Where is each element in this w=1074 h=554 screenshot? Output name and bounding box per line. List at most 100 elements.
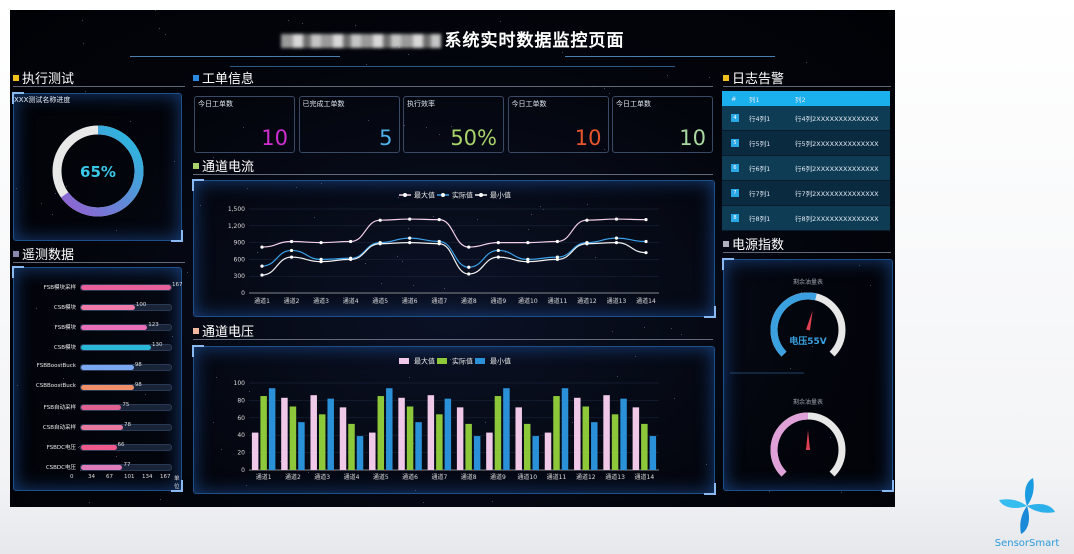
work-order-label: 今日工单数	[511, 100, 547, 108]
star	[89, 502, 90, 503]
x-tick-label: 通道5	[372, 297, 388, 305]
log-row-col2: 行5列2XXXXXXXXXXXXXX	[795, 140, 879, 148]
star	[604, 88, 605, 89]
telemetry-panel: FSB模块采样 167 CSB模块 100 FSB模块 123 CSB模块 130 FSBBoo…	[12, 266, 183, 492]
y-tick-label: 1,500	[228, 206, 245, 213]
title-underline	[230, 66, 675, 67]
bar	[515, 407, 522, 470]
y-tick-label: 900	[234, 240, 246, 247]
data-point	[526, 241, 530, 245]
log-header-col1: 列1	[749, 95, 760, 104]
data-point	[585, 242, 589, 246]
work-order-card: 执行效率 50%	[403, 96, 504, 153]
bar	[591, 422, 598, 470]
y-tick-label: 300	[234, 273, 246, 280]
legend-label: 实际值	[452, 357, 473, 366]
legend-label: 最小值	[490, 357, 511, 366]
x-tick-label: 通道4	[344, 473, 360, 481]
log-row-col1: 行5列1	[749, 140, 771, 148]
log-row-index: 5	[731, 139, 739, 147]
log-row-index: 8	[731, 214, 739, 222]
pinwheel-icon	[999, 478, 1055, 534]
star	[423, 502, 424, 503]
data-point	[408, 217, 412, 221]
legend-label: 最大值	[414, 357, 435, 366]
work-order-card: 今日工单数 10	[507, 96, 609, 153]
work-order-value: 50%	[450, 126, 497, 150]
y-tick-label: 0	[241, 467, 245, 474]
data-point	[319, 260, 323, 264]
star	[366, 64, 367, 65]
work-order-label: 今日工单数	[198, 100, 233, 108]
x-tick-label: 通道10	[517, 473, 537, 481]
gauge-label: 剩余油量表	[793, 278, 823, 286]
log-row-col2: 行8列2XXXXXXXXXXXXXX	[795, 215, 879, 223]
legend-label: 最小值	[490, 191, 511, 200]
star	[609, 93, 610, 94]
telemetry-label: FSB自动采样	[43, 405, 76, 411]
section-divider	[13, 86, 185, 87]
x-tick-label: 通道8	[461, 473, 477, 481]
x-tick-label: 通道5	[373, 473, 389, 481]
x-tick-label: 通道3	[314, 473, 330, 481]
page-title-text: 系统实时数据监控页面	[444, 31, 625, 51]
data-point	[437, 218, 441, 222]
telemetry-label: CSBDC电压	[45, 465, 76, 471]
data-point	[260, 245, 264, 249]
bar	[465, 423, 472, 470]
bar	[456, 407, 464, 470]
star	[288, 20, 289, 21]
x-tick-label: 通道12	[576, 473, 596, 481]
telemetry-row: CSB自动采样 78	[26, 420, 186, 434]
section-work-order: 工单信息	[193, 68, 254, 87]
data-point	[289, 255, 294, 259]
bar	[603, 395, 610, 470]
star	[709, 77, 710, 78]
bar	[348, 423, 355, 470]
x-tick-label: 通道8	[461, 297, 477, 305]
x-tick-label: 通道10	[518, 297, 538, 305]
bar	[268, 388, 276, 470]
bar	[436, 414, 443, 470]
work-order-value: 10	[261, 126, 288, 150]
star	[841, 492, 842, 493]
telemetry-axis-tick: 101	[124, 474, 135, 480]
star	[155, 10, 156, 11]
gauge-label: 剩余油量表	[793, 398, 823, 406]
x-tick-label: 通道1	[254, 297, 270, 305]
legend-dot	[403, 193, 407, 197]
log-row-col2: 行6列2XXXXXXXXXXXXXX	[795, 165, 879, 173]
bar	[415, 422, 422, 470]
star	[644, 327, 645, 328]
legend-swatch	[399, 358, 409, 364]
telemetry-fill	[81, 385, 134, 390]
log-row-col1: 行8列1	[749, 215, 771, 223]
dashboard-screen: 系统实时数据监控页面 执行测试 工单信息 日志告警 通道电流 遥测数据 电源指数…	[10, 10, 895, 507]
data-point	[260, 264, 264, 268]
data-point	[467, 272, 471, 276]
telemetry-fill	[81, 365, 134, 370]
y-tick-label: 0	[241, 290, 245, 297]
telemetry-track	[80, 304, 172, 311]
telemetry-value: 78	[124, 422, 132, 428]
page-title: 系统实时数据监控页面	[10, 26, 895, 51]
telemetry-track	[80, 384, 172, 391]
telemetry-fill	[81, 305, 135, 310]
bar	[251, 432, 259, 470]
section-power-index: 电源指数	[723, 234, 784, 253]
title-deco-left	[130, 56, 340, 57]
telemetry-label: FSBDC电压	[46, 445, 76, 451]
data-point	[260, 273, 264, 277]
star	[806, 62, 807, 63]
bar	[649, 436, 657, 470]
y-tick-label: 600	[234, 256, 246, 263]
telemetry-fill	[81, 285, 171, 290]
section-log-alarm: 日志告警	[723, 68, 784, 87]
section-exec-test: 执行测试	[13, 68, 74, 87]
section-telemetry: 遥测数据	[13, 244, 74, 263]
bar	[611, 414, 619, 470]
telemetry-row: FSB模块 123	[26, 320, 186, 334]
title-deco-right	[565, 56, 775, 57]
star	[187, 272, 188, 273]
power-gauge-panel: 剩余油量表 电压55V 剩余油量表	[722, 258, 894, 492]
